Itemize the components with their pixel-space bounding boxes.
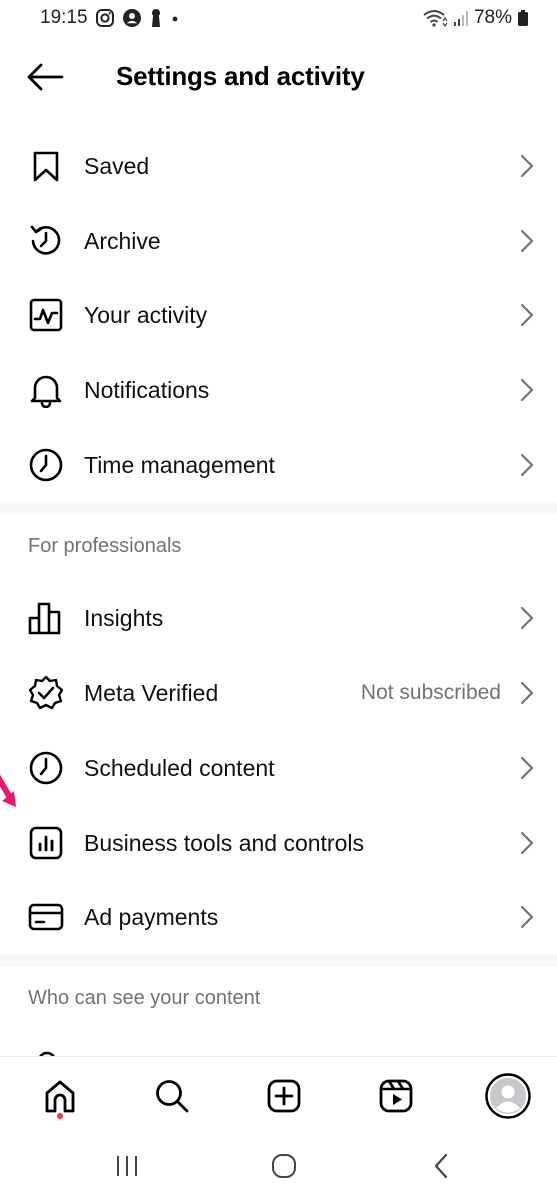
nav-search[interactable] bbox=[147, 1071, 197, 1121]
menu-item-meta-verified[interactable]: Meta Verified Not subscribed bbox=[0, 656, 557, 730]
back-system-button[interactable] bbox=[411, 1146, 471, 1186]
home-system-button[interactable] bbox=[254, 1146, 314, 1186]
section-header-visibility: Who can see your content bbox=[28, 987, 261, 1009]
verified-badge-icon bbox=[26, 673, 66, 713]
status-time: 19:15 bbox=[40, 7, 88, 28]
activity-icon bbox=[26, 295, 66, 335]
menu-item-label: Business tools and controls bbox=[84, 829, 364, 856]
menu-item-insights[interactable]: Insights bbox=[0, 581, 557, 655]
chevron-right-icon bbox=[519, 605, 535, 631]
status-right: 78% bbox=[422, 7, 529, 29]
business-tools-icon bbox=[26, 823, 66, 863]
bar-chart-icon bbox=[26, 598, 66, 638]
create-icon bbox=[267, 1079, 301, 1113]
chevron-right-icon bbox=[519, 228, 535, 254]
page-title: Settings and activity bbox=[116, 61, 365, 91]
clock-icon bbox=[26, 748, 66, 788]
menu-item-archive[interactable]: Archive bbox=[0, 204, 557, 278]
account-status-icon bbox=[122, 8, 142, 28]
menu-item-label: Scheduled content bbox=[84, 754, 275, 781]
system-nav-bar bbox=[0, 1136, 557, 1189]
header: Settings and activity bbox=[0, 48, 557, 106]
bookmark-icon bbox=[26, 146, 66, 186]
section-divider bbox=[0, 955, 557, 967]
bottom-nav bbox=[0, 1056, 557, 1136]
instagram-status-icon bbox=[95, 8, 115, 28]
status-left: 19:15 bbox=[40, 7, 180, 29]
menu-item-label: Meta Verified bbox=[84, 679, 219, 706]
chevron-right-icon bbox=[519, 755, 535, 781]
nav-profile[interactable] bbox=[483, 1071, 533, 1121]
battery-icon bbox=[517, 9, 529, 27]
chevron-right-icon bbox=[519, 452, 535, 478]
home-circle-icon bbox=[272, 1154, 296, 1178]
menu-item-ad-payments[interactable]: Ad payments bbox=[0, 880, 557, 954]
archive-icon bbox=[26, 221, 66, 261]
notification-dot bbox=[57, 1113, 63, 1119]
menu-item-your-activity[interactable]: Your activity bbox=[0, 278, 557, 352]
menu-item-label: Notifications bbox=[84, 376, 210, 403]
status-bar: 19:15 78% bbox=[0, 0, 557, 36]
chevron-left-icon bbox=[434, 1153, 448, 1179]
nav-reels[interactable] bbox=[371, 1071, 421, 1121]
battery-percent: 78% bbox=[473, 7, 512, 28]
keyhole-status-icon bbox=[149, 8, 163, 28]
recent-apps-icon bbox=[117, 1156, 137, 1176]
home-icon bbox=[45, 1080, 75, 1113]
menu-item-saved[interactable]: Saved bbox=[0, 129, 557, 203]
credit-card-icon bbox=[26, 897, 66, 937]
search-icon bbox=[156, 1080, 189, 1113]
dot-status-icon bbox=[170, 8, 180, 28]
subscription-status: Not subscribed bbox=[360, 681, 501, 704]
menu-item-label: Your activity bbox=[84, 301, 208, 328]
nav-create[interactable] bbox=[259, 1071, 309, 1121]
bell-icon bbox=[26, 370, 66, 410]
back-button[interactable] bbox=[24, 58, 66, 96]
profile-avatar bbox=[485, 1073, 531, 1119]
chevron-right-icon bbox=[519, 377, 535, 403]
menu-item-time-management[interactable]: Time management bbox=[0, 428, 557, 502]
clock-icon bbox=[26, 445, 66, 485]
menu-item-notifications[interactable]: Notifications bbox=[0, 353, 557, 427]
chevron-right-icon bbox=[519, 153, 535, 179]
wifi-icon bbox=[422, 8, 448, 28]
signal-icon bbox=[453, 9, 469, 27]
back-arrow-icon bbox=[27, 63, 64, 91]
chevron-right-icon bbox=[519, 302, 535, 328]
menu-item-label: Insights bbox=[84, 604, 164, 631]
menu-item-scheduled-content[interactable]: Scheduled content bbox=[0, 731, 557, 805]
recent-apps-button[interactable] bbox=[97, 1146, 157, 1186]
annotation-arrow-icon bbox=[0, 774, 20, 813]
menu-item-business-tools[interactable]: Business tools and controls bbox=[0, 806, 557, 880]
chevron-right-icon bbox=[519, 830, 535, 856]
menu-item-label: Archive bbox=[84, 227, 161, 254]
section-divider bbox=[0, 502, 557, 514]
menu-item-label: Time management bbox=[84, 451, 275, 478]
chevron-right-icon bbox=[519, 680, 535, 706]
menu-item-label: Ad payments bbox=[84, 903, 219, 930]
reels-icon bbox=[379, 1079, 413, 1113]
section-header-professionals: For professionals bbox=[28, 535, 182, 557]
chevron-right-icon bbox=[519, 904, 535, 930]
menu-item-label: Saved bbox=[84, 152, 150, 179]
